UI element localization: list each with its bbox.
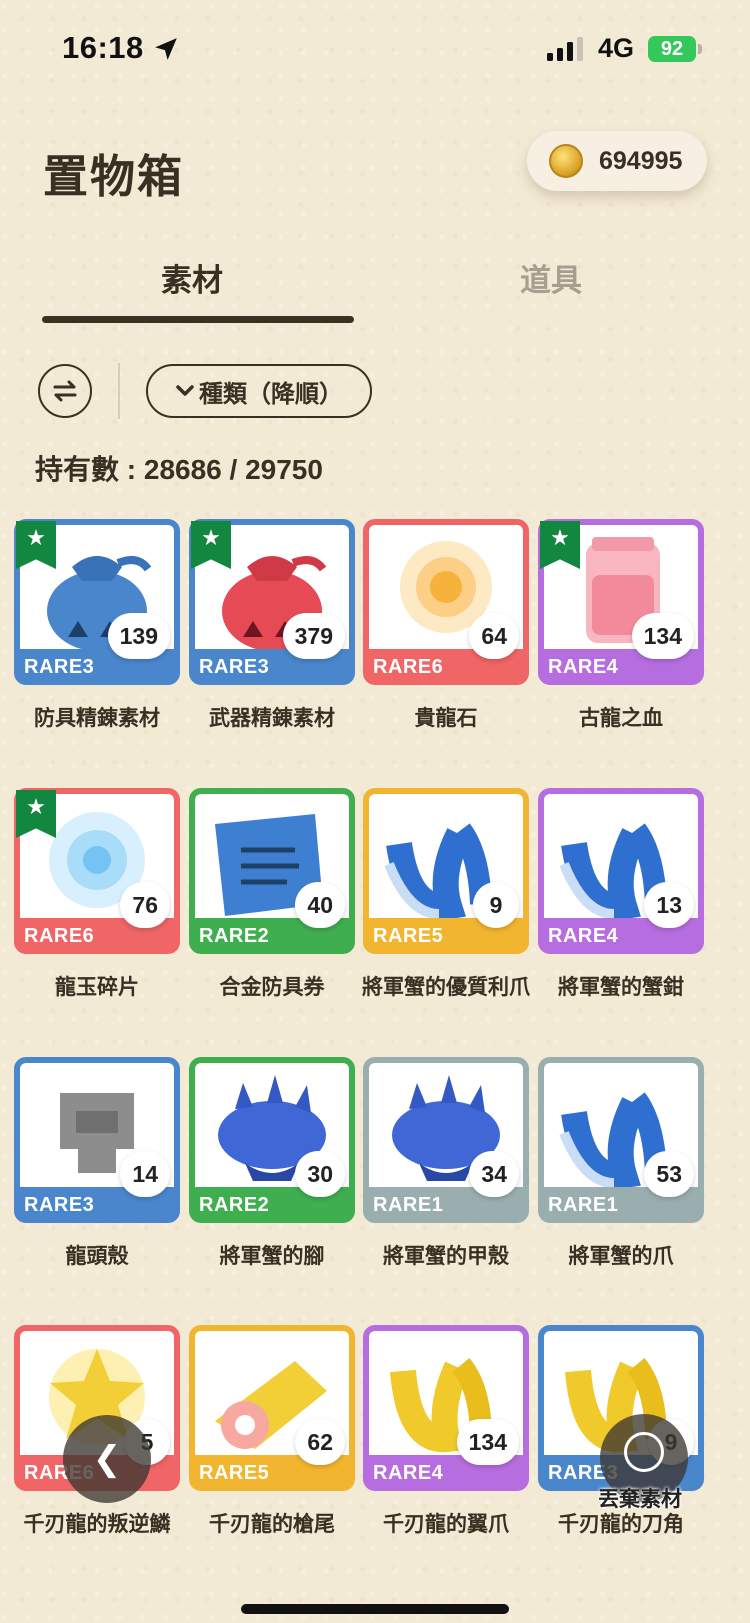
item-name: 將軍蟹的蟹鉗 xyxy=(558,976,684,999)
quantity-badge: 14 xyxy=(120,1151,170,1197)
rarity-label: RARE4 xyxy=(548,656,619,678)
quantity-badge: 64 xyxy=(469,613,519,659)
item-card[interactable]: RARE5 62 xyxy=(189,1325,355,1491)
rarity-label: RARE4 xyxy=(373,1462,444,1484)
quantity-badge: 134 xyxy=(456,1419,519,1465)
item-name: 千刃龍的槍尾 xyxy=(209,1513,335,1536)
item-card[interactable]: RARE4 134 xyxy=(363,1325,529,1491)
quantity-badge: 62 xyxy=(295,1419,345,1465)
quantity-badge: 76 xyxy=(120,882,170,928)
item-card[interactable]: RARE4 13 xyxy=(538,788,704,954)
sort-dropdown-label: 種類（降順） xyxy=(199,380,343,408)
rarity-label: RARE4 xyxy=(548,925,619,947)
rarity-label: RARE1 xyxy=(373,1194,444,1216)
network-type: 4G xyxy=(598,33,635,63)
rarity-label: RARE1 xyxy=(548,1194,619,1216)
rarity-label: RARE3 xyxy=(24,656,95,678)
battery-level: 92 xyxy=(660,37,684,60)
item-name: 將軍蟹的甲殼 xyxy=(383,1245,509,1268)
item-card[interactable]: RARE3 14 xyxy=(14,1057,180,1223)
rarity-label: RARE6 xyxy=(373,656,444,678)
item-name: 龍頭殼 xyxy=(65,1245,129,1268)
inventory-count: 持有數 : 28686 / 29750 xyxy=(35,454,323,485)
item-name: 將軍蟹的優質利爪 xyxy=(362,976,530,999)
item-name: 龍玉碎片 xyxy=(55,976,139,999)
active-tab-indicator xyxy=(42,316,354,323)
item-name: 貴龍石 xyxy=(414,707,478,730)
item-card[interactable]: RARE2 30 xyxy=(189,1057,355,1223)
filter-divider xyxy=(118,363,120,419)
item-name: 古龍之血 xyxy=(579,707,663,730)
item-card[interactable]: RARE1 53 xyxy=(538,1057,704,1223)
quantity-badge: 9 xyxy=(473,882,519,928)
item-name: 千刃龍的翼爪 xyxy=(383,1513,509,1536)
quantity-badge: 53 xyxy=(644,1151,694,1197)
status-time: 16:18 xyxy=(62,30,144,65)
discard-materials-label: 丟棄素材 xyxy=(598,1488,682,1511)
item-name: 防具精錬素材 xyxy=(34,707,160,730)
trash-material-icon xyxy=(624,1432,664,1472)
coin-icon xyxy=(549,144,583,178)
item-card[interactable]: RARE5 9 xyxy=(363,788,529,954)
swap-arrows-icon xyxy=(53,380,77,402)
quantity-badge: 34 xyxy=(469,1151,519,1197)
item-name: 將軍蟹的腳 xyxy=(219,1245,325,1268)
tab-materials[interactable]: 素材 xyxy=(42,255,342,300)
item-card[interactable]: RARE6 64 xyxy=(363,519,529,685)
item-name: 合金防具券 xyxy=(219,976,325,999)
quantity-badge: 134 xyxy=(631,613,694,659)
rarity-label: RARE2 xyxy=(199,1194,270,1216)
item-name: 千刃龍的叛逆鱗 xyxy=(23,1513,171,1536)
item-card[interactable]: ★ RARE3 139 xyxy=(14,519,180,685)
back-button[interactable]: ❮ xyxy=(63,1415,151,1503)
item-name: 武器精錬素材 xyxy=(209,707,335,730)
sort-dropdown[interactable]: 種類（降順） xyxy=(146,364,372,418)
item-card[interactable]: RARE1 34 xyxy=(363,1057,529,1223)
rarity-label: RARE6 xyxy=(24,925,95,947)
status-bar: 16:18 4G 92 xyxy=(0,0,750,100)
quantity-badge: 379 xyxy=(282,613,345,659)
item-card[interactable]: ★ RARE3 379 xyxy=(189,519,355,685)
quantity-badge: 139 xyxy=(107,613,170,659)
home-indicator xyxy=(241,1604,509,1614)
rarity-label: RARE5 xyxy=(373,925,444,947)
quantity-badge: 30 xyxy=(295,1151,345,1197)
page-title: 置物箱 xyxy=(43,151,185,202)
item-name: 將軍蟹的爪 xyxy=(568,1245,674,1268)
item-card[interactable]: ★ RARE6 76 xyxy=(14,788,180,954)
chevron-left-icon: ❮ xyxy=(92,1440,122,1478)
rarity-label: RARE5 xyxy=(199,1462,270,1484)
location-arrow-icon xyxy=(155,38,177,60)
coin-value: 694995 xyxy=(599,146,683,175)
rarity-label: RARE3 xyxy=(199,656,270,678)
chevron-down-icon xyxy=(176,385,194,396)
quantity-badge: 40 xyxy=(295,882,345,928)
signal-bars-icon xyxy=(547,37,583,61)
rarity-label: RARE2 xyxy=(199,925,270,947)
tab-items[interactable]: 道具 xyxy=(401,255,701,300)
sort-order-toggle-button[interactable] xyxy=(38,364,92,418)
battery-tip xyxy=(698,44,702,54)
battery-icon: 92 xyxy=(648,36,696,62)
item-card[interactable]: ★ RARE4 134 xyxy=(538,519,704,685)
item-card[interactable]: RARE2 40 xyxy=(189,788,355,954)
quantity-badge: 13 xyxy=(644,882,694,928)
rarity-label: RARE3 xyxy=(24,1194,95,1216)
coin-balance[interactable]: 694995 xyxy=(527,131,707,191)
